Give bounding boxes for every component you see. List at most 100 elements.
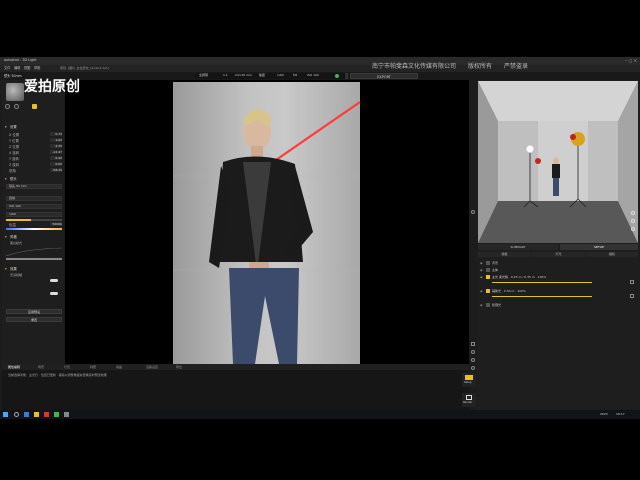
layer-row[interactable]: ◉ 主体 — [478, 267, 638, 273]
zoom-out-icon[interactable] — [471, 358, 475, 362]
left-panel-header: 镜头 50mm — [4, 74, 22, 78]
layer-row[interactable]: ◉ 背景 — [478, 260, 638, 266]
scroll-handle-icon[interactable] — [471, 210, 475, 214]
field-x-position[interactable]: X 位置 0.72 — [6, 132, 64, 137]
effects-toggle-2[interactable] — [50, 292, 58, 295]
field-z-position[interactable]: Z 位置 2.35 — [6, 144, 64, 149]
field-value[interactable]: 0.72 — [50, 132, 62, 136]
menu-view[interactable]: 视图 — [24, 66, 30, 70]
eye-icon[interactable]: ◉ — [480, 261, 483, 265]
bottom-tab-lights[interactable]: 灯光 — [64, 365, 70, 369]
clock: 16:17 — [616, 412, 625, 416]
field-value[interactable]: -12.47 — [50, 150, 62, 154]
toolbar-shutter[interactable]: 1/60 — [277, 74, 284, 77]
menu-file[interactable]: 文件 — [4, 66, 10, 70]
apply-preset-button[interactable]: 应用预设 — [6, 309, 62, 314]
setup-side-button[interactable]: Setup — [462, 373, 476, 387]
bottom-tab-animation[interactable]: 动画 — [116, 365, 122, 369]
toolbar-sensor[interactable]: 24×36 mm — [235, 74, 252, 77]
effects-toggle[interactable] — [50, 279, 58, 282]
toolbar-fullscreen[interactable]: 全屏幕 — [199, 74, 208, 77]
lens-dropdown[interactable]: 镜头 50 mm — [6, 184, 62, 189]
field-angle[interactable]: 视角 -58.29 — [6, 168, 64, 173]
field-x-rotation[interactable]: X 旋转 -12.47 — [6, 150, 64, 155]
studio-preview[interactable] — [478, 81, 638, 243]
target-icon[interactable] — [5, 104, 10, 109]
layer-row[interactable]: ◉ 主光 柔光箱 · 0.25 m / 0.35 m · 100% — [478, 274, 638, 286]
focus-icon[interactable] — [14, 104, 19, 109]
reset-button[interactable]: 重置 — [6, 317, 62, 322]
layer-intensity-slider[interactable] — [492, 282, 592, 284]
camera-thumbnail[interactable] — [6, 83, 24, 101]
preview-orbit-icon[interactable] — [631, 219, 635, 223]
taskbar-app-icon[interactable] — [44, 412, 49, 417]
tab-setup-right[interactable]: SETUP — [560, 244, 638, 250]
render-side-button[interactable]: Render — [462, 393, 476, 407]
field-value[interactable]: 1.62 — [50, 138, 62, 142]
section-camera-toggle-icon[interactable]: ▾ — [5, 125, 7, 129]
window-controls[interactable]: ‒ ▢ ✕ — [625, 58, 637, 63]
field-value[interactable]: 0.00 — [50, 156, 62, 160]
shutter-dropdown[interactable]: 1/60 — [6, 212, 62, 217]
bottom-tab-properties[interactable]: 属性编辑 — [8, 365, 20, 369]
start-icon[interactable] — [3, 412, 8, 417]
mode-dropdown[interactable]: 自动 — [6, 196, 62, 201]
curve-graph[interactable] — [6, 247, 62, 257]
field-y-rotation[interactable]: Y 旋转 0.00 — [6, 156, 64, 161]
zoom-fit-icon[interactable] — [471, 342, 475, 346]
section-style-toggle-icon[interactable]: ▾ — [5, 235, 7, 239]
menu-edit[interactable]: 编辑 — [14, 66, 20, 70]
taskbar-app-icon[interactable] — [54, 412, 59, 417]
toolbar-aperture[interactable]: f/8 — [293, 74, 297, 77]
taskbar-app-icon[interactable] — [34, 412, 39, 417]
preview-pan-icon[interactable] — [631, 227, 635, 231]
temperature-gradient[interactable] — [6, 228, 62, 230]
subtab-templates[interactable]: 模板 — [478, 252, 531, 257]
layer-options-icon[interactable] — [630, 294, 634, 298]
field-z-rotation[interactable]: Z 旋转 0.00 — [6, 162, 64, 167]
bottom-tab-scene[interactable]: 场景 — [38, 365, 44, 369]
subtab-lights[interactable]: 灯光 — [532, 252, 585, 257]
section-lens-toggle-icon[interactable]: ▾ — [5, 177, 7, 181]
taskbar-app-icon[interactable] — [24, 412, 29, 417]
taskbar-app-icon[interactable] — [64, 412, 69, 417]
bottom-tab-export[interactable]: 导出 — [176, 365, 182, 369]
layer-label: 辅助光 · 0.50 m · 100% — [492, 288, 526, 293]
layer-row[interactable]: ◉ 轮廓光 — [478, 302, 638, 308]
iso-dropdown[interactable]: ISO 100 — [6, 204, 62, 209]
tab-summary[interactable]: SUMMARY — [478, 244, 558, 250]
subtab-camera[interactable]: 相机 — [586, 252, 638, 257]
light-icon — [486, 275, 490, 279]
rotate-icon[interactable] — [471, 366, 475, 370]
layer-row[interactable]: ◉ 辅助光 · 0.50 m · 100% — [478, 288, 638, 300]
layer-intensity-slider[interactable] — [492, 296, 592, 298]
menu-help[interactable]: 帮助 — [34, 66, 40, 70]
eye-icon[interactable]: ◉ — [480, 303, 483, 307]
field-value[interactable]: -58.29 — [50, 168, 62, 172]
zoom-in-icon[interactable] — [471, 350, 475, 354]
eye-icon[interactable]: ◉ — [480, 275, 483, 279]
field-value[interactable]: 2.35 — [50, 144, 62, 148]
field-y-position[interactable]: Y 位置 1.62 — [6, 138, 64, 143]
bottom-tab-render-settings[interactable]: 渲染设置 — [146, 365, 158, 369]
tab-export[interactable]: EXPORT — [350, 73, 418, 79]
eye-icon[interactable]: ◉ — [480, 289, 483, 293]
field-value[interactable]: 5000K — [50, 222, 62, 226]
field-value[interactable]: 0.00 — [50, 162, 62, 166]
preview-zoom-icon[interactable] — [631, 211, 635, 215]
style-slider[interactable] — [6, 258, 62, 260]
section-effects-toggle-icon[interactable]: ▾ — [5, 267, 7, 271]
bottom-tab-materials[interactable]: 材质 — [90, 365, 96, 369]
toolbar-iso[interactable]: ISO 100 — [307, 74, 319, 77]
layer-options-icon[interactable] — [630, 280, 634, 284]
toolbar-focal[interactable]: 焦距 — [259, 74, 265, 77]
exposure-slider[interactable] — [6, 219, 62, 221]
eye-icon[interactable]: ◉ — [480, 268, 483, 272]
field-label: X 旋转 — [9, 151, 20, 155]
search-icon[interactable] — [14, 412, 19, 417]
section-effects-title: 效果 — [10, 267, 17, 271]
field-white-balance[interactable]: 色温 5000K — [6, 222, 64, 227]
lock-icon[interactable] — [32, 104, 37, 109]
toolbar-ratio[interactable]: 1:1 — [223, 74, 228, 77]
rendered-photo[interactable] — [173, 82, 360, 364]
